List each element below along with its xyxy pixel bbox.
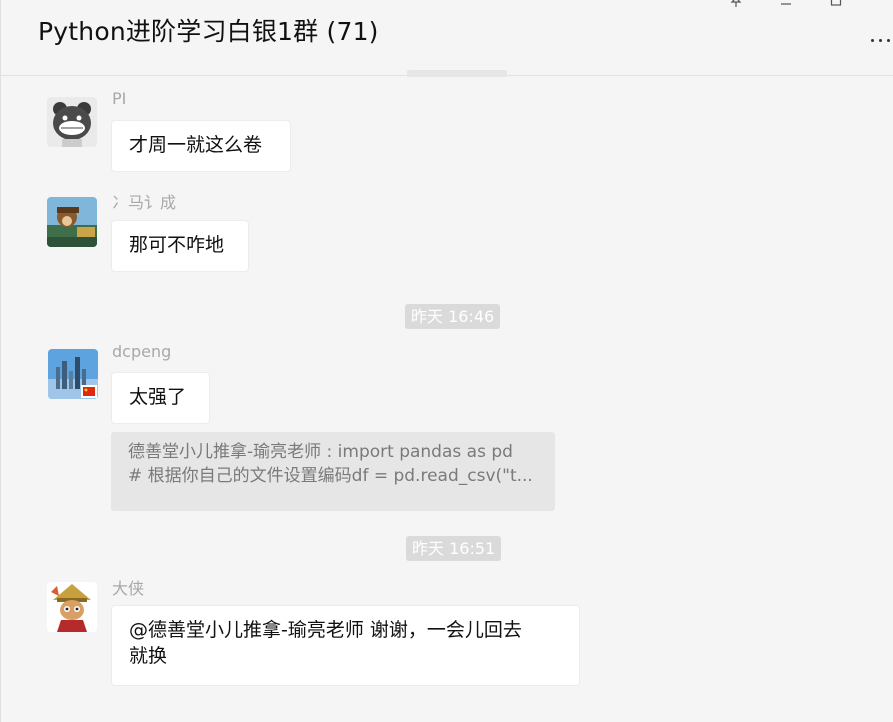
avatar[interactable] <box>47 582 97 632</box>
avatar[interactable] <box>47 97 97 147</box>
quote-line: # 根据你自己的文件设置编码df = pd.read_csv("t... <box>128 466 533 486</box>
chat-title: Python进阶学习白银1群 (71) <box>38 17 379 46</box>
quoted-message[interactable]: 德善堂小儿推拿-瑜亮老师 : import pandas as pd # 根据你… <box>111 432 555 511</box>
message-bubble[interactable]: 才周一就这么卷 <box>111 120 291 172</box>
message-text: 太强了 <box>129 386 187 408</box>
pin-icon[interactable] <box>725 0 747 12</box>
more-dots-icon[interactable] <box>868 28 893 48</box>
timestamp-divider: 昨天 16:51 <box>406 536 502 561</box>
message-bubble[interactable]: @德善堂小儿推拿-瑜亮老师 谢谢，一会儿回去 就换 <box>111 605 580 686</box>
message-text: @德善堂小儿推拿-瑜亮老师 谢谢，一会儿回去 <box>129 619 522 641</box>
avatar[interactable] <box>47 197 97 247</box>
chat-window: Python进阶学习白银1群 (71) PI 才周一就这么卷 冫马讠成 那可不咋… <box>0 0 893 722</box>
timestamp-divider: 昨天 16:46 <box>405 304 501 329</box>
sender-name: dcpeng <box>112 342 172 361</box>
sender-name: PI <box>112 89 127 108</box>
chat-header: Python进阶学习白银1群 (71) <box>1 0 893 76</box>
message-bubble[interactable]: 太强了 <box>111 372 210 424</box>
minimize-icon[interactable] <box>775 0 797 12</box>
message-bubble[interactable]: 那可不咋地 <box>111 220 249 272</box>
quote-line: 德善堂小儿推拿-瑜亮老师 : import pandas as pd <box>128 442 513 462</box>
sender-name: 大侠 <box>112 579 145 598</box>
avatar[interactable] <box>48 349 98 399</box>
previous-time-pill-edge <box>407 70 507 77</box>
sender-name: 冫马讠成 <box>112 193 177 212</box>
message-text: 就换 <box>129 645 168 667</box>
message-text: 那可不咋地 <box>129 234 225 256</box>
message-text: 才周一就这么卷 <box>129 134 263 156</box>
maximize-icon[interactable] <box>825 0 847 12</box>
